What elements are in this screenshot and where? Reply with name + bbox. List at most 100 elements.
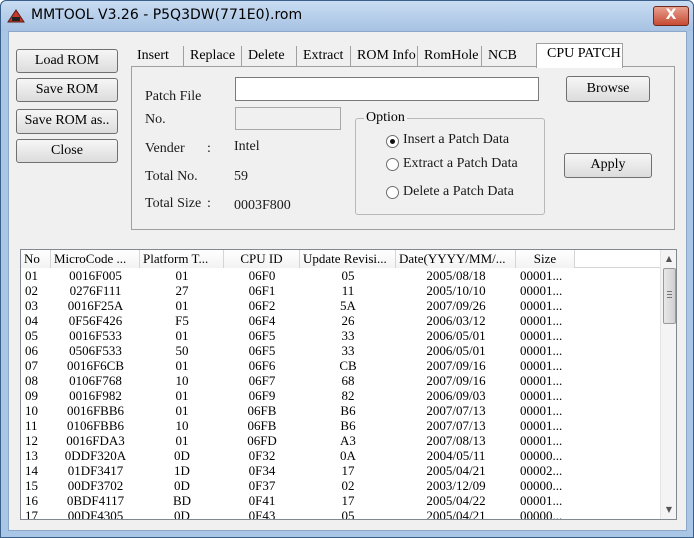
cell-date: 2006/05/01: [426, 328, 486, 343]
cell-no: 01: [25, 268, 38, 283]
cell-microcode: 0276F111: [69, 283, 122, 298]
cell-cpu-id: 0F32: [248, 448, 276, 463]
cell-size: 00001...: [520, 343, 563, 358]
col-update-revision[interactable]: Update Revisi...: [300, 250, 396, 268]
radio-extract-patch[interactable]: [386, 158, 399, 171]
radio-delete-patch[interactable]: [386, 186, 399, 199]
microcode-table[interactable]: No MicroCode ... Platform T... CPU ID Up…: [20, 249, 677, 520]
cell-microcode: 0BDF4117: [66, 493, 125, 508]
cell-cpu-id: 06F9: [248, 388, 276, 403]
radio-extract-patch-label[interactable]: Extract a Patch Data: [403, 156, 518, 172]
cell-microcode: 0016FDA3: [66, 433, 125, 448]
cell-date: 2006/05/01: [426, 343, 486, 358]
cell-microcode: 0016F533: [69, 328, 122, 343]
table-row[interactable]: 10 0016FBB6 01 06FB B6 2007/07/13 00001...: [21, 403, 661, 418]
cell-platform: 01: [175, 328, 189, 343]
save-rom-as-button[interactable]: Save ROM as..: [16, 109, 118, 134]
tab-insert[interactable]: Insert: [131, 46, 184, 67]
cell-no: 11: [25, 418, 38, 433]
table-row[interactable]: 08 0106F768 10 06F7 68 2007/09/16 00001...: [21, 373, 661, 388]
cell-size: 00001...: [520, 403, 563, 418]
cell-update-revision: A3: [340, 433, 356, 448]
scrollbar-thumb[interactable]: [663, 268, 676, 324]
cell-no: 03: [25, 298, 38, 313]
tab-romhole[interactable]: RomHole: [418, 46, 482, 67]
cell-no: 14: [25, 463, 38, 478]
scroll-down-icon[interactable]: ▼: [661, 502, 676, 518]
radio-insert-patch[interactable]: [386, 135, 399, 148]
table-scrollbar[interactable]: ▲ ▼: [660, 250, 676, 519]
tab-rom-info[interactable]: ROM Info: [351, 46, 418, 67]
cell-platform: BD: [172, 493, 192, 508]
cell-cpu-id: 0F41: [248, 493, 276, 508]
tab-ncb[interactable]: NCB: [482, 46, 536, 67]
table-row[interactable]: 16 0BDF4117 BD 0F41 17 2005/04/22 00001...: [21, 493, 661, 508]
cell-platform: 01: [175, 403, 189, 418]
cell-platform: 01: [175, 358, 189, 373]
cell-date: 2005/04/21: [426, 508, 486, 520]
cell-no: 15: [25, 478, 38, 493]
tab-delete[interactable]: Delete: [242, 46, 297, 67]
table-row[interactable]: 14 01DF3417 1D 0F34 17 2005/04/21 00002...: [21, 463, 661, 478]
apply-button[interactable]: Apply: [564, 153, 652, 178]
load-rom-button[interactable]: Load ROM: [16, 49, 118, 73]
close-button[interactable]: Close: [16, 139, 118, 163]
app-logo-icon: [7, 9, 25, 23]
table-row[interactable]: 05 0016F533 01 06F5 33 2006/05/01 00001...: [21, 328, 661, 343]
client-area: Load ROM Save ROM Save ROM as.. Close In…: [8, 31, 687, 531]
cell-update-revision: B6: [340, 403, 356, 418]
table-row[interactable]: 03 0016F25A 01 06F2 5A 2007/09/26 00001...: [21, 298, 661, 313]
cell-no: 13: [25, 448, 38, 463]
col-date[interactable]: Date(YYYY/MM/...: [396, 250, 516, 268]
app-window: MMTOOL V3.26 - P5Q3DW(771E0).rom X Load …: [0, 0, 694, 538]
table-row[interactable]: 07 0016F6CB 01 06F6 CB 2007/09/16 00001...: [21, 358, 661, 373]
cell-platform: 0D: [174, 448, 190, 463]
cell-cpu-id: 06F0: [248, 268, 276, 283]
cell-size: 00000...: [520, 478, 563, 493]
window-close-button[interactable]: X: [653, 6, 689, 26]
scroll-up-icon[interactable]: ▲: [661, 251, 676, 267]
title-bar[interactable]: MMTOOL V3.26 - P5Q3DW(771E0).rom X: [1, 1, 693, 31]
col-platform[interactable]: Platform T...: [140, 250, 224, 268]
cell-no: 07: [25, 358, 38, 373]
cell-cpu-id: 06F5: [248, 328, 276, 343]
cell-cpu-id: 06F4: [248, 313, 276, 328]
table-row[interactable]: 11 0106FBB6 10 06FB B6 2007/07/13 00001...: [21, 418, 661, 433]
table-body: 01 0016F005 01 06F0 05 2005/08/18 00001... 02 02…: [21, 268, 661, 520]
cell-update-revision: 5A: [340, 298, 356, 313]
cell-cpu-id: 06F1: [248, 283, 276, 298]
save-rom-button[interactable]: Save ROM: [16, 78, 118, 102]
table-row[interactable]: 09 0016F982 01 06F9 82 2006/09/03 00001...: [21, 388, 661, 403]
table-row[interactable]: 17 00DF4305 0D 0F43 05 2005/04/21 00000...: [21, 508, 661, 520]
table-row[interactable]: 15 00DF3702 0D 0F37 02 2003/12/09 00000...: [21, 478, 661, 493]
browse-button[interactable]: Browse: [566, 76, 650, 102]
cell-update-revision: 17: [341, 493, 355, 508]
cell-microcode: 0506F533: [69, 343, 122, 358]
table-row[interactable]: 13 0DDF320A 0D 0F32 0A 2004/05/11 00000...: [21, 448, 661, 463]
table-row[interactable]: 06 0506F533 50 06F5 33 2006/05/01 00001...: [21, 343, 661, 358]
table-row[interactable]: 01 0016F005 01 06F0 05 2005/08/18 00001...: [21, 268, 661, 283]
cell-size: 00000...: [520, 508, 563, 520]
col-size[interactable]: Size: [516, 250, 575, 268]
cell-date: 2005/04/21: [426, 463, 486, 478]
tab-extract[interactable]: Extract: [297, 46, 351, 67]
col-microcode[interactable]: MicroCode ...: [51, 250, 140, 268]
radio-insert-patch-label[interactable]: Insert a Patch Data: [403, 132, 509, 148]
cell-date: 2006/09/03: [426, 388, 486, 403]
patch-file-input[interactable]: [235, 77, 539, 101]
cell-size: 00001...: [520, 268, 563, 283]
tab-cpu-patch[interactable]: CPU PATCH: [536, 43, 623, 68]
table-row[interactable]: 02 0276F111 27 06F1 11 2005/10/10 00001...: [21, 283, 661, 298]
cell-no: 04: [25, 313, 38, 328]
cell-microcode: 0016F005: [69, 268, 122, 283]
col-no[interactable]: No: [21, 250, 51, 268]
total-no-value: 59: [234, 169, 248, 184]
table-row[interactable]: 04 0F56F426 F5 06F4 26 2006/03/12 00001...: [21, 313, 661, 328]
cell-no: 08: [25, 373, 38, 388]
radio-delete-patch-label[interactable]: Delete a Patch Data: [403, 184, 514, 200]
cell-date: 2005/08/18: [426, 268, 486, 283]
col-cpu-id[interactable]: CPU ID: [224, 250, 300, 268]
tab-replace[interactable]: Replace: [184, 46, 242, 67]
cell-size: 00000...: [520, 448, 563, 463]
table-row[interactable]: 12 0016FDA3 01 06FD A3 2007/08/13 00001...: [21, 433, 661, 448]
